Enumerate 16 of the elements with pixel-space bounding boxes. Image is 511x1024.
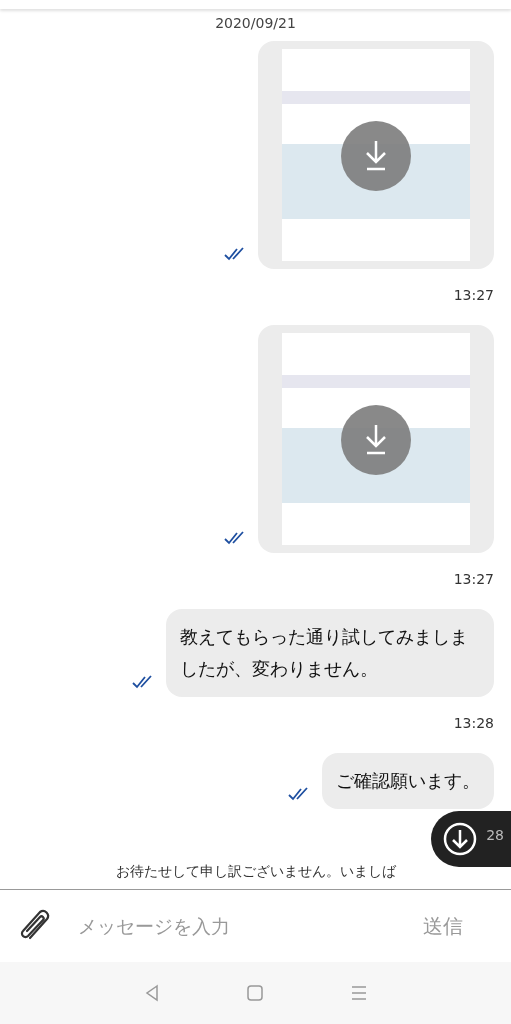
message-bubble: 教えてもらった通り試してみましましたが、変わりません。 [166, 609, 494, 697]
message-time: 13:28 [452, 715, 494, 731]
send-button[interactable]: 送信 [417, 911, 469, 941]
download-icon[interactable] [341, 405, 411, 475]
message-time: 13:27 [452, 571, 494, 587]
date-label: 2020/09/21 [214, 15, 297, 31]
message-time: 28 [485, 827, 504, 843]
home-icon[interactable] [245, 983, 266, 1003]
download-icon[interactable] [341, 121, 411, 191]
scroll-down-button[interactable] [431, 811, 511, 867]
message-input[interactable]: メッセージを入力 [76, 914, 417, 938]
message-bubble: ご確認願います。 [322, 753, 494, 809]
message-time: 13:27 [452, 287, 494, 303]
incoming-message: お待たせして申し訳ございません。いましば [114, 863, 397, 881]
image-bubble[interactable] [258, 325, 494, 553]
image-bubble[interactable] [258, 41, 494, 269]
